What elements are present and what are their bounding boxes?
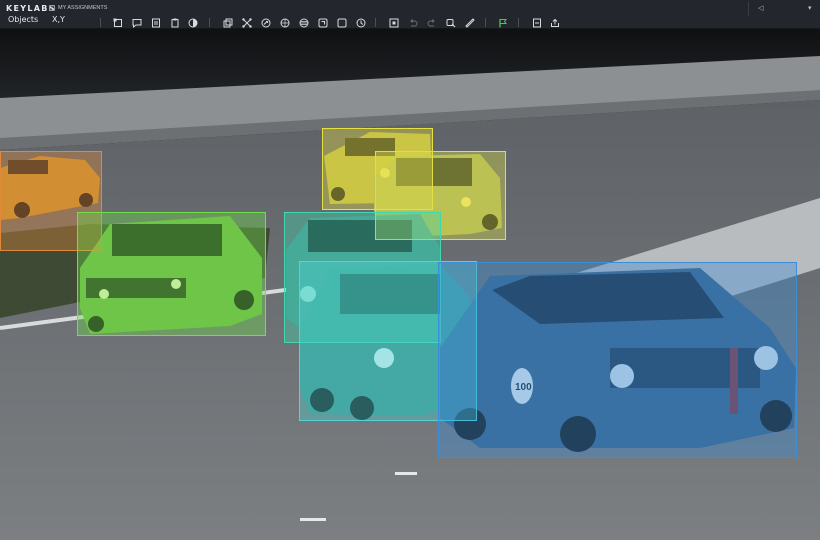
polygon-tool-icon[interactable] xyxy=(112,17,123,28)
toolbar-separator xyxy=(100,18,101,27)
copy-tool-icon[interactable] xyxy=(222,17,233,28)
ai-assist-icon[interactable] xyxy=(445,17,456,28)
annotation-canvas[interactable]: 100 xyxy=(0,28,820,540)
measure-icon[interactable] xyxy=(464,17,475,28)
keypoints-tool-icon[interactable] xyxy=(241,17,252,28)
toolbar-separator xyxy=(518,18,519,27)
toolbar-divider xyxy=(748,2,749,16)
toolbar-separator xyxy=(485,18,486,27)
contrast-tool-icon[interactable] xyxy=(187,17,198,28)
redo-icon[interactable] xyxy=(426,17,437,28)
bounding-box-car-blue[interactable] xyxy=(438,262,797,458)
top-toolbar: KEYLABS MY ASSIGNMENTS Objects X,Y ◁ ▾ xyxy=(0,0,820,29)
toolbar-separator xyxy=(209,18,210,27)
grid-tool-icon[interactable] xyxy=(279,17,290,28)
magic-tool-icon[interactable] xyxy=(260,17,271,28)
tab-objects[interactable]: Objects xyxy=(8,15,38,24)
comment-tool-icon[interactable] xyxy=(131,17,142,28)
add-frame-icon[interactable] xyxy=(388,17,399,28)
timer-tool-icon[interactable] xyxy=(355,17,366,28)
sound-icon[interactable]: ◁ xyxy=(758,4,763,12)
flag-icon[interactable] xyxy=(497,17,508,28)
layers-tool-icon[interactable] xyxy=(298,17,309,28)
breadcrumb-assignments[interactable]: MY ASSIGNMENTS xyxy=(58,5,107,11)
breadcrumb[interactable]: MY ASSIGNMENTS xyxy=(49,3,107,13)
export-icon[interactable] xyxy=(531,17,542,28)
clipboard-tool-icon[interactable] xyxy=(169,17,180,28)
assignments-icon xyxy=(49,5,55,11)
history-tool-icon[interactable] xyxy=(336,17,347,28)
undo-icon[interactable] xyxy=(407,17,418,28)
document-tool-icon[interactable] xyxy=(150,17,161,28)
tab-xy[interactable]: X,Y xyxy=(52,15,65,24)
bounding-box-car-green[interactable] xyxy=(77,212,266,336)
toolbar-separator xyxy=(375,18,376,27)
chevron-down-icon[interactable]: ▾ xyxy=(808,4,812,12)
frame-tool-icon[interactable] xyxy=(317,17,328,28)
share-icon[interactable] xyxy=(549,17,560,28)
